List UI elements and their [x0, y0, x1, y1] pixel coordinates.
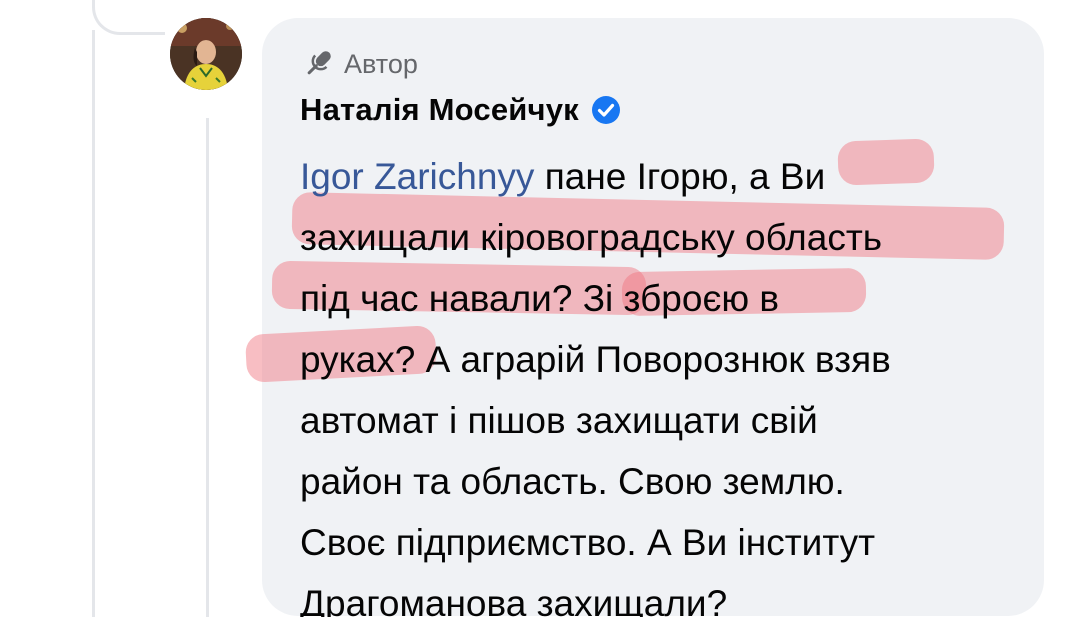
comment-text: Igor Zarichnyy пане Ігорю, а Ви захищали… [300, 146, 1020, 617]
comment-line: Драгоманова захищали? [300, 583, 728, 617]
thread-connector-curve [92, 0, 165, 35]
avatar[interactable] [170, 18, 242, 90]
comment-line: захищали кіровоградську область [300, 217, 883, 258]
mention-link[interactable]: Igor Zarichnyy [300, 156, 534, 197]
avatar-image [170, 18, 242, 90]
comment-line-text: пане Ігорю, а Ви [534, 156, 826, 197]
verified-badge-icon [591, 95, 621, 125]
comment-thread: Автор Наталія Мосейчук Igor Zarichnyy па… [0, 0, 1080, 617]
comment-line: район та область. Свою землю. [300, 461, 845, 502]
reply-connector-line [206, 118, 209, 617]
comment-line: руках? А аграрій Поворознюк взяв [300, 339, 891, 380]
comment-line: автомат і пішов захищати свій [300, 400, 818, 441]
comment-line: Своє підприємство. А Ви інститут [300, 522, 876, 563]
author-badge-label: Автор [344, 48, 418, 79]
author-row: Наталія Мосейчук [300, 88, 621, 132]
microphone-icon [300, 46, 336, 82]
author-badge: Автор [300, 44, 418, 84]
comment-line: Igor Zarichnyy пане Ігорю, а Ви [300, 146, 1020, 207]
author-name[interactable]: Наталія Мосейчук [300, 92, 579, 128]
comment-line: під час навали? Зі зброєю в [300, 278, 780, 319]
thread-connector-line [92, 30, 95, 617]
